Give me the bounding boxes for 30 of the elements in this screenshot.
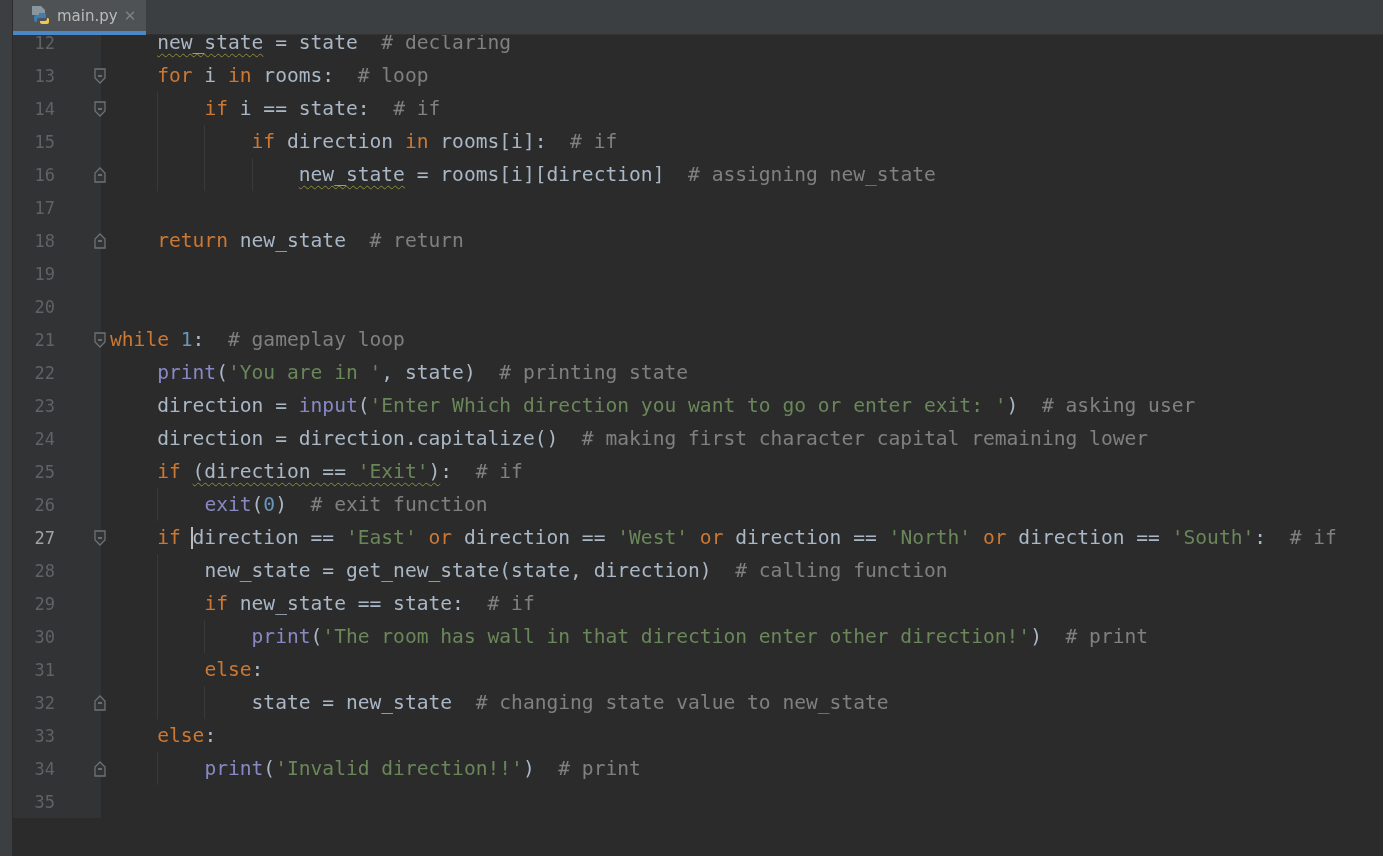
code-line: state = new_state # changing state value to new_state	[250, 691, 889, 714]
code-line: new_state = rooms[i][direction] # assigning new_state	[297, 163, 936, 186]
fold-icon[interactable]	[94, 68, 106, 84]
fold-icon[interactable]	[94, 761, 106, 777]
code-line: else:	[203, 658, 264, 681]
code-line: new_state = get_new_state(state, direction) # calling function	[203, 559, 948, 582]
code-line: direction = input('Enter Which direction you want to go or enter exit: ') # asking user	[156, 394, 1196, 417]
fold-icon[interactable]	[94, 332, 106, 348]
code-line: return new_state # return	[156, 229, 464, 252]
code-line: if direction in rooms[i]: # if	[250, 130, 618, 153]
fold-icon[interactable]	[94, 167, 106, 183]
code-line: exit(0) # exit function	[203, 493, 488, 516]
fold-icon[interactable]	[94, 695, 106, 711]
python-file-icon	[29, 4, 51, 27]
code-line: print('Invalid direction!!') # print	[203, 757, 641, 780]
code-line: if i == state: # if	[203, 97, 441, 120]
code-line: for i in rooms: # loop	[156, 64, 429, 87]
fold-icon[interactable]	[94, 530, 106, 546]
line-number: 27	[33, 527, 55, 548]
file-tab[interactable]: main.py ✕	[13, 0, 147, 35]
code-line: else:	[156, 724, 217, 747]
fold-icon[interactable]	[94, 233, 106, 249]
code-line: if new_state == state: # if	[203, 592, 535, 615]
code-line: print('You are in ', state) # printing state	[156, 361, 689, 384]
fold-icon[interactable]	[94, 101, 106, 117]
code-line: if (direction == 'Exit'): # if	[156, 460, 523, 483]
code-line: if direction == 'East' or direction == 'West' or direction == 'North' or direction == 'South': # if	[156, 525, 1337, 550]
code-line: print('The room has wall in that direction enter other direction!') # print	[250, 625, 1149, 648]
code-line: direction = direction.capitalize() # making first character capital remaining lower	[156, 427, 1149, 450]
code-line: while 1: # gameplay loop	[110, 328, 405, 351]
